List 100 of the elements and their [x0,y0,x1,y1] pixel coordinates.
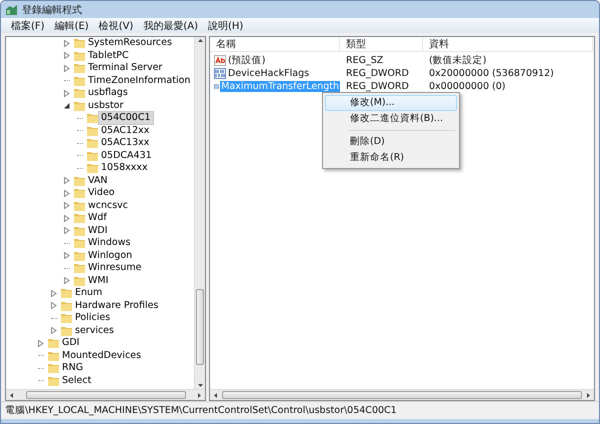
tree-item[interactable]: 05DCA431 [98,148,155,163]
folder-icon [74,250,85,261]
binary-value-icon [214,68,226,79]
tree-item[interactable]: usbflags [85,86,131,100]
tree-item[interactable]: Policies [72,311,114,326]
scrollbar-thumb[interactable] [196,289,204,365]
scroll-right-arrow-icon[interactable] [196,392,203,398]
folder-icon [74,176,85,186]
tree-item[interactable]: 054C00C1 [98,111,154,126]
tree-item[interactable]: SystemResources [85,37,175,50]
tree-item[interactable]: TabletPC [85,48,132,63]
tree-item[interactable]: Windows [85,236,134,250]
expand-arrow-icon[interactable] [64,64,70,72]
tree-item[interactable]: VAN [85,174,110,188]
app-icon [5,4,18,16]
tree-item[interactable]: Terminal Server [85,61,166,76]
folder-icon [48,350,59,361]
folder-icon [74,38,85,48]
expand-arrow-icon[interactable] [64,190,70,197]
value-name[interactable]: DeviceHackFlags [227,68,310,79]
menu-item[interactable]: 說明(H) [204,18,248,32]
scroll-right-arrow-icon[interactable] [585,392,592,398]
folder-icon [74,100,85,111]
folder-icon [61,300,72,311]
tree-item[interactable]: Hardware Profiles [72,298,162,313]
tree-item[interactable]: TimeZoneInformation [85,74,194,88]
folder-icon [87,113,98,124]
scroll-up-arrow-icon[interactable] [196,37,204,44]
folder-icon [74,213,85,224]
folder-icon [87,126,98,136]
horizontal-scrollbar[interactable] [210,389,594,400]
horizontal-scrollbar[interactable] [6,389,205,400]
folder-icon [87,163,98,174]
tree-item[interactable]: 05AC13xx [98,136,152,150]
expand-arrow-icon[interactable] [64,90,70,97]
string-value-icon [214,55,226,66]
value-type: REG_SZ [345,55,384,66]
tree-item[interactable]: Wdf [85,211,110,226]
tree-item[interactable]: GDI [59,336,82,350]
value-data: (數值未設定) [428,54,488,67]
expand-arrow-icon[interactable] [64,202,70,210]
column-header[interactable]: 資料 [423,37,593,51]
expand-arrow-icon[interactable] [51,327,57,334]
folder-icon [74,200,85,211]
tree-item[interactable]: WMI [85,274,112,288]
expand-arrow-icon[interactable] [38,340,44,347]
scroll-left-arrow-icon[interactable] [212,392,219,398]
folder-icon [87,150,98,161]
tree-item[interactable]: wcncsvc [85,198,132,213]
tree-item[interactable]: Select [59,374,94,388]
column-header[interactable]: 名稱 [210,37,340,51]
menu-item[interactable]: 編輯(E) [50,18,93,32]
context-menu-item[interactable]: 重新命名(R) [325,150,457,166]
expand-arrow-icon[interactable] [64,277,70,284]
tree-item[interactable]: Winlogon [85,248,136,263]
tree-item[interactable]: 1058xxxx [98,161,151,176]
tree-item[interactable]: MountedDevices [59,348,144,363]
folder-icon [61,313,72,324]
window-title: 登錄編輯程式 [22,4,82,16]
tree-item[interactable]: Winresume [85,261,144,276]
folder-icon [74,238,85,248]
context-menu-item[interactable]: 刪除(D) [325,134,457,150]
folder-icon [61,288,72,298]
folder-icon [74,226,85,236]
value-name[interactable]: (預設值) [227,54,266,67]
menu-item[interactable]: 檢視(V) [94,18,138,32]
value-data: 0x20000000 (536870912) [428,68,555,79]
expand-arrow-icon[interactable] [64,227,70,234]
folder-icon [48,376,59,386]
menu-item[interactable]: 我的最愛(A) [139,18,202,32]
menu-item[interactable]: 檔案(F) [7,18,49,32]
expand-arrow-icon[interactable] [64,40,70,47]
scroll-down-arrow-icon[interactable] [196,382,204,389]
expand-arrow-icon[interactable] [51,290,57,297]
tree-item[interactable]: Enum [72,286,106,300]
tree-item[interactable]: Video [85,186,118,200]
folder-icon [48,363,59,374]
column-header[interactable]: 類型 [340,37,423,51]
context-menu-item[interactable]: 修改(M)... [325,95,457,111]
folder-icon [48,338,59,348]
folder-icon [87,138,98,148]
expand-arrow-icon[interactable] [64,214,70,222]
collapse-arrow-icon[interactable] [64,102,70,110]
context-menu-item[interactable]: 修改二進位資料(B)... [325,111,457,127]
tree-item[interactable]: WDI [85,224,111,238]
tree-item[interactable]: RNG [59,361,86,376]
expand-arrow-icon[interactable] [64,252,70,260]
tree-item[interactable]: services [72,324,117,338]
folder-icon [61,326,72,336]
vertical-scrollbar[interactable] [194,37,205,389]
scroll-left-arrow-icon[interactable] [8,392,15,398]
binary-value-icon [214,81,220,92]
folder-icon [74,263,85,274]
expand-arrow-icon[interactable] [64,177,70,184]
status-path: 電腦\HKEY_LOCAL_MACHINE\SYSTEM\CurrentControlSet\Control\usbstor\054C00C1 [5,404,397,417]
expand-arrow-icon[interactable] [51,302,57,310]
tree-item[interactable]: usbstor [85,98,126,113]
folder-icon [74,76,85,86]
tree-item[interactable]: 05AC12xx [98,124,152,138]
expand-arrow-icon[interactable] [64,52,70,60]
